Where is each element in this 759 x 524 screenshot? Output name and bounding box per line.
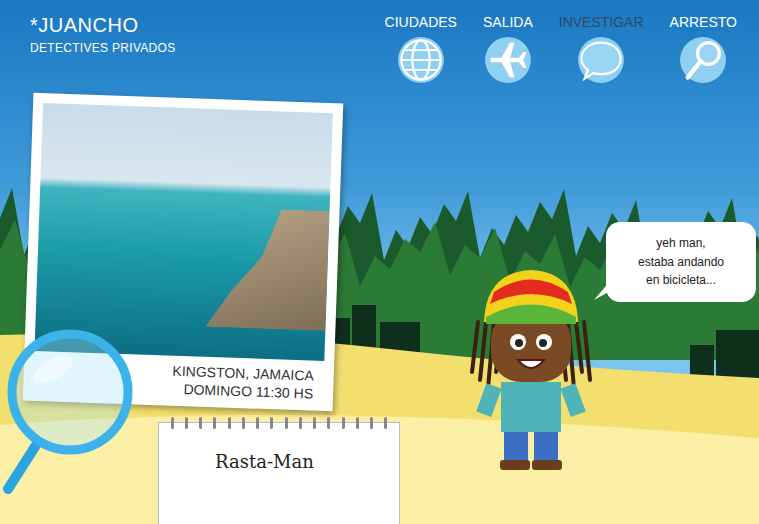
witness-character[interactable]	[456, 262, 606, 477]
suspect-notepad: Rasta-Man	[158, 422, 400, 524]
speech-bubble-icon	[577, 36, 625, 84]
airplane-icon	[484, 36, 532, 84]
speech-line: en bicicleta...	[646, 271, 716, 290]
main-nav: CIUDADES SALIDA INVESTIGAR ARRESTO	[383, 14, 739, 84]
top-bar: *JUANCHO DETECTIVES PRIVADOS CIUDADES SALID…	[0, 0, 759, 84]
game-screen: *JUANCHO DETECTIVES PRIVADOS CIUDADES SALID…	[0, 0, 759, 524]
nav-item[interactable]: INVESTIGAR	[557, 14, 646, 84]
globe-icon	[397, 36, 445, 84]
brand-subtitle: DETECTIVES PRIVADOS	[30, 41, 176, 55]
magnifier-icon	[679, 36, 727, 84]
speech-line: estaba andando	[638, 253, 724, 272]
location-photo	[34, 103, 332, 361]
speech-tail	[594, 274, 616, 300]
nav-item[interactable]: CIUDADES	[383, 14, 459, 84]
brand: *JUANCHO DETECTIVES PRIVADOS	[30, 14, 176, 55]
nav-item[interactable]: ARRESTO	[668, 14, 739, 84]
speech-bubble: yeh man,estaba andandoen bicicleta...	[606, 222, 756, 302]
speech-line: yeh man,	[656, 234, 705, 253]
nav-item[interactable]: SALIDA	[481, 14, 535, 84]
magnifier-icon	[0, 324, 138, 494]
suspect-name: Rasta-Man	[159, 429, 399, 472]
logo: *JUANCHO	[30, 14, 176, 37]
